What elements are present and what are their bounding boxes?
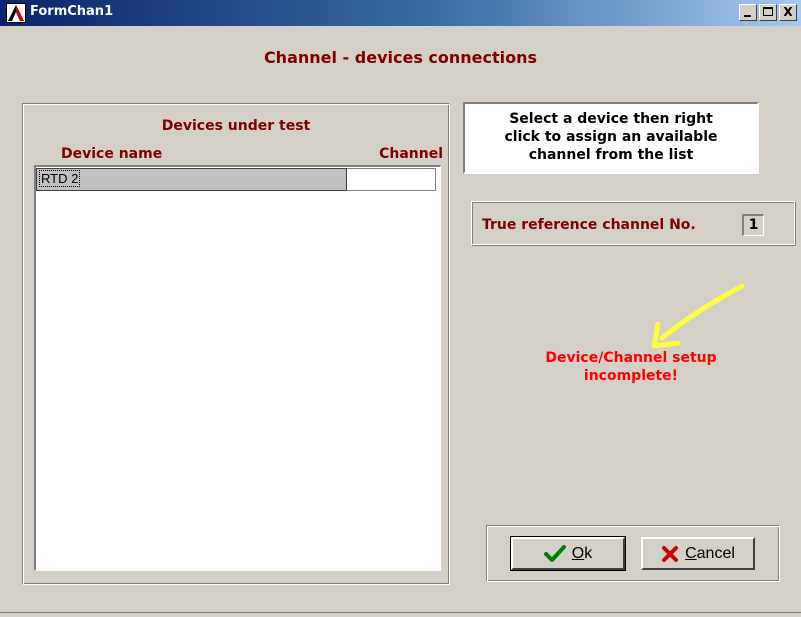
app-icon	[6, 3, 26, 23]
ok-button-label: Ok	[571, 544, 593, 562]
list-item[interactable]: RTD 2	[36, 168, 436, 191]
devices-list[interactable]: RTD 2	[34, 165, 441, 571]
setup-warning: Device/Channel setup incomplete!	[510, 349, 752, 385]
ok-button[interactable]: Ok	[510, 536, 626, 571]
column-header-channel: Channel	[379, 146, 443, 162]
x-icon	[662, 545, 679, 562]
page-heading: Channel - devices connections	[263, 48, 538, 67]
warning-line: Device/Channel setup	[545, 350, 717, 366]
maximize-icon	[763, 7, 773, 16]
close-button[interactable]: X	[779, 4, 797, 21]
device-name-cell[interactable]: RTD 2	[36, 168, 347, 191]
cancel-button[interactable]: Cancel	[641, 537, 755, 570]
window-title: FormChan1	[30, 4, 114, 19]
title-bar[interactable]: FormChan1 X	[0, 0, 801, 26]
reference-channel-value: 1	[742, 214, 764, 236]
minimize-button[interactable]	[739, 4, 757, 21]
cancel-button-label: Cancel	[685, 544, 735, 562]
caption-buttons: X	[739, 4, 797, 21]
form-window: FormChan1 X Channel - devices connection…	[0, 0, 801, 617]
reference-channel-panel: True reference channel No. 1	[471, 201, 796, 246]
arrow-icon	[651, 283, 745, 349]
reference-channel-label: True reference channel No.	[482, 217, 696, 233]
device-name-text: RTD 2	[39, 170, 81, 187]
column-header-device-name: Device name	[61, 146, 163, 162]
channel-cell[interactable]	[347, 168, 436, 191]
instructions-line: channel from the list	[528, 147, 694, 163]
window-bottom-edge	[0, 612, 801, 617]
maximize-button[interactable]	[759, 4, 777, 21]
minimize-icon	[744, 15, 751, 17]
warning-line: incomplete!	[583, 368, 679, 384]
devices-group-title: Devices under test	[161, 118, 311, 134]
button-panel: Ok Cancel	[486, 525, 780, 582]
devices-group: Devices under test Device name Channel R…	[22, 103, 450, 585]
instructions-line: click to assign an available	[504, 129, 718, 145]
instructions-line: Select a device then right	[509, 111, 713, 127]
instructions-box: Select a device then right click to assi…	[463, 102, 759, 174]
check-icon	[543, 544, 566, 562]
